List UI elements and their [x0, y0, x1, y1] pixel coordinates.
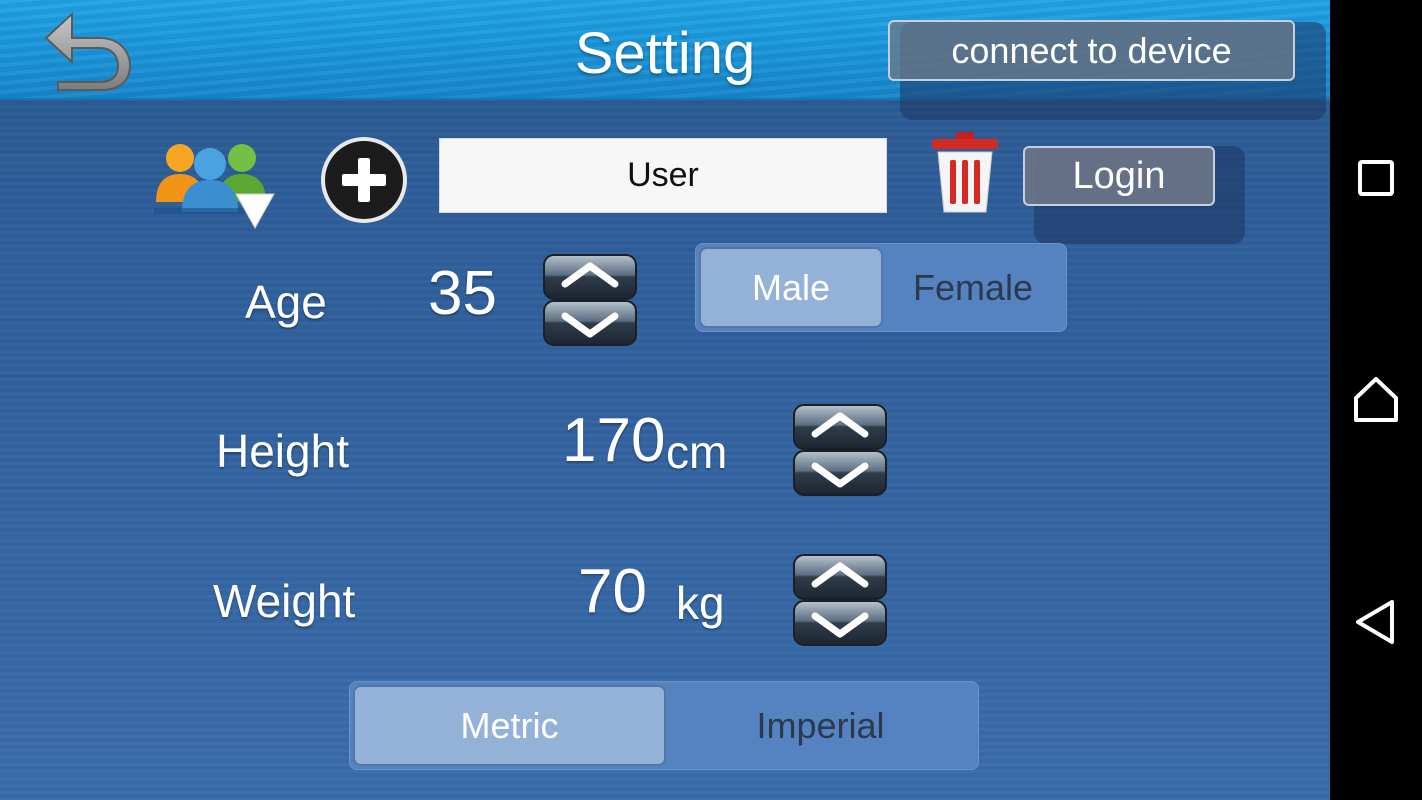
- height-increase-button[interactable]: [793, 404, 887, 450]
- height-value: 170: [562, 406, 666, 475]
- weight-increase-button[interactable]: [793, 554, 887, 600]
- trash-icon[interactable]: [928, 130, 1002, 216]
- recents-square-icon[interactable]: [1346, 148, 1406, 208]
- unit-option-metric[interactable]: Metric: [353, 685, 666, 766]
- user-name-field[interactable]: User: [439, 138, 887, 213]
- login-button[interactable]: Login: [1023, 146, 1215, 206]
- weight-unit: kg: [676, 577, 725, 629]
- age-stepper: [543, 254, 637, 346]
- home-icon[interactable]: [1346, 370, 1406, 430]
- weight-stepper: [793, 554, 887, 646]
- weight-decrease-button[interactable]: [793, 600, 887, 646]
- add-user-button[interactable]: [318, 134, 410, 226]
- setting-screen: Setting connect to device User Login Age…: [0, 0, 1330, 800]
- unit-system-selector: Metric Imperial: [349, 681, 979, 770]
- age-decrease-button[interactable]: [543, 300, 637, 346]
- height-stepper: [793, 404, 887, 496]
- gender-selector: Male Female: [695, 243, 1067, 332]
- age-value: 35: [428, 259, 497, 328]
- weight-label: Weight: [213, 575, 356, 627]
- system-navigation-bar: [1330, 0, 1422, 800]
- unit-option-imperial[interactable]: Imperial: [666, 685, 975, 766]
- gender-option-female[interactable]: Female: [883, 247, 1063, 328]
- age-label: Age: [245, 276, 327, 328]
- users-dropdown-icon[interactable]: [150, 136, 278, 230]
- weight-value: 70: [578, 557, 647, 626]
- height-decrease-button[interactable]: [793, 450, 887, 496]
- back-triangle-icon[interactable]: [1346, 592, 1406, 652]
- age-increase-button[interactable]: [543, 254, 637, 300]
- height-label: Height: [216, 425, 349, 477]
- connect-to-device-button[interactable]: connect to device: [888, 20, 1295, 81]
- gender-option-male[interactable]: Male: [699, 247, 883, 328]
- height-unit: cm: [666, 426, 728, 478]
